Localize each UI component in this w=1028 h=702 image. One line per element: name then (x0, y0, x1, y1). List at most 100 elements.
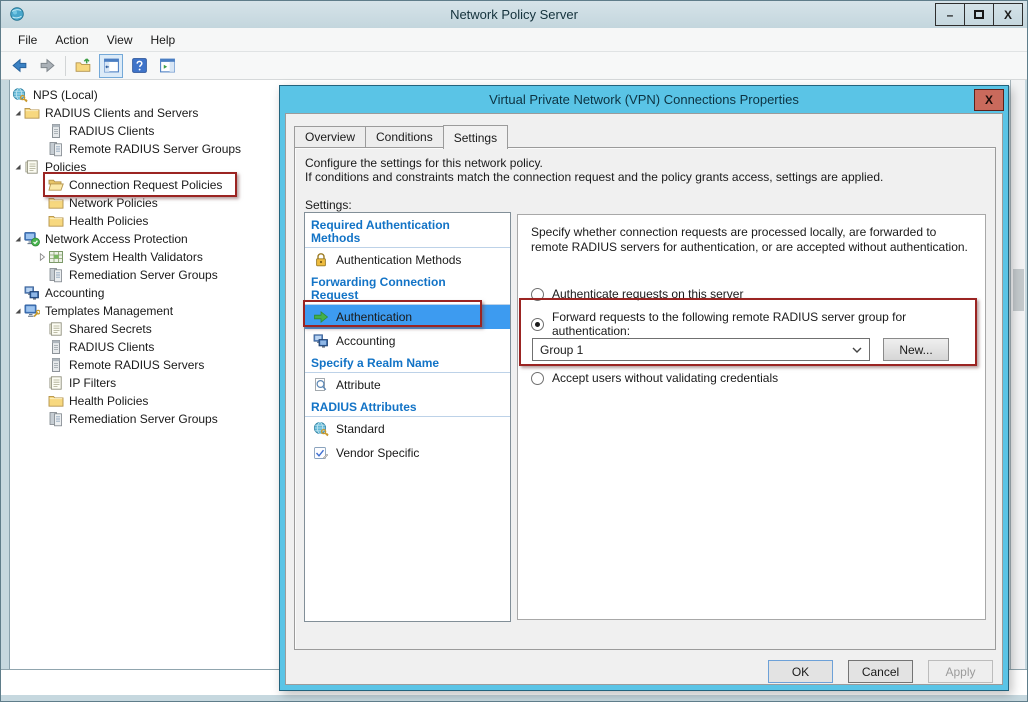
tree-item-label: Remediation Server Groups (69, 268, 218, 282)
dialog-title-bar: Virtual Private Network (VPN) Connection… (285, 86, 1003, 113)
tree-item-network-access-protection[interactable]: Network Access Protection (10, 230, 279, 248)
accounting-monitors-icon (24, 285, 40, 301)
settings-section-radius-attributes: RADIUS Attributes (305, 397, 510, 417)
settings-section-forwarding: Forwarding Connection Request (305, 272, 510, 305)
tree-item-accounting[interactable]: Accounting (10, 284, 279, 302)
tree-item-radius-clients[interactable]: RADIUS Clients (10, 122, 279, 140)
tab-settings[interactable]: Settings (443, 125, 508, 149)
server-group-icon (48, 267, 64, 283)
apply-button[interactable]: Apply (928, 660, 993, 683)
back-icon (11, 57, 28, 74)
tree-item-policies[interactable]: Policies (10, 158, 279, 176)
section-title-label: Required Authentication Methods (311, 219, 469, 245)
settings-item-label: Authentication Methods (336, 253, 461, 267)
cancel-button[interactable]: Cancel (848, 660, 913, 683)
section-title-label: Forwarding Connection Request (311, 276, 469, 302)
expanded-arrow-icon[interactable] (12, 107, 24, 119)
server-group-icon (48, 141, 64, 157)
tree-item-label: IP Filters (69, 376, 116, 390)
tree-item-nps-local[interactable]: NPS (Local) (10, 86, 279, 104)
toolbar (1, 52, 1027, 80)
menu-action[interactable]: Action (46, 30, 97, 50)
tree-item-network-policies[interactable]: Network Policies (10, 194, 279, 212)
tree-item-radius-clients-and-servers[interactable]: RADIUS Clients and Servers (10, 104, 279, 122)
radio-icon[interactable] (531, 372, 544, 385)
tree-item-ip-filters[interactable]: IP Filters (10, 374, 279, 392)
policy-scroll-icon (24, 159, 40, 175)
expanded-arrow-icon[interactable] (12, 161, 24, 173)
settings-item-vendor-specific[interactable]: Vendor Specific (305, 441, 510, 465)
tree-item-radius-clients-template[interactable]: RADIUS Clients (10, 338, 279, 356)
tree-item-label: Remote RADIUS Servers (69, 358, 204, 372)
menu-view[interactable]: View (98, 30, 142, 50)
collapsed-arrow-icon[interactable] (36, 251, 48, 263)
window-title: Network Policy Server (1, 7, 1027, 22)
vpn-properties-dialog: Virtual Private Network (VPN) Connection… (279, 85, 1009, 691)
show-action-pane-button[interactable] (155, 54, 179, 78)
radio-accept-without-validating[interactable]: Accept users without validating credenti… (531, 371, 778, 385)
server-icon (48, 357, 64, 373)
export-list-button[interactable] (71, 54, 95, 78)
tree-item-health-policies[interactable]: Health Policies (10, 212, 279, 230)
tree-item-label: Policies (45, 160, 86, 174)
section-title-label: Specify a Realm Name (311, 357, 469, 370)
mmc-window: Network Policy Server – X File Action Vi… (0, 0, 1028, 702)
tab-conditions[interactable]: Conditions (365, 126, 444, 147)
radius-server-group-combo[interactable]: Group 1 (532, 338, 870, 361)
settings-item-attribute[interactable]: Attribute (305, 373, 510, 397)
settings-item-standard[interactable]: Standard (305, 417, 510, 441)
radio-label: Accept users without validating credenti… (552, 371, 778, 385)
green-arrow-icon (313, 309, 329, 325)
tree-item-templates-management[interactable]: Templates Management (10, 302, 279, 320)
tree-item-remediation-server-groups-template[interactable]: Remediation Server Groups (10, 410, 279, 428)
back-button[interactable] (7, 54, 31, 78)
tree-item-health-policies-template[interactable]: Health Policies (10, 392, 279, 410)
title-bar: Network Policy Server – X (1, 1, 1027, 28)
vertical-scrollbar[interactable] (1010, 80, 1025, 669)
nps-globe-key-icon (12, 87, 28, 103)
tree-item-connection-request-policies[interactable]: Connection Request Policies (10, 176, 279, 194)
expanded-arrow-icon[interactable] (12, 305, 24, 317)
tree-item-remediation-server-groups[interactable]: Remediation Server Groups (10, 266, 279, 284)
minimize-button[interactable]: – (935, 3, 965, 26)
settings-item-label: Attribute (336, 378, 381, 392)
tree-item-label: Health Policies (69, 394, 148, 408)
radio-icon[interactable] (531, 288, 544, 301)
settings-item-authentication[interactable]: Authentication (305, 305, 510, 329)
tree-item-label: Remediation Server Groups (69, 412, 218, 426)
radio-selected-icon[interactable] (531, 318, 544, 331)
ok-button[interactable]: OK (768, 660, 833, 683)
server-icon (48, 339, 64, 355)
close-button[interactable]: X (993, 3, 1023, 26)
settings-item-accounting[interactable]: Accounting (305, 329, 510, 353)
expanded-arrow-icon[interactable] (12, 233, 24, 245)
attribute-doc-icon (313, 377, 329, 393)
radio-forward-requests[interactable]: Forward requests to the following remote… (531, 310, 985, 338)
toolbar-separator (65, 56, 66, 76)
new-group-button[interactable]: New... (883, 338, 949, 361)
radio-label: Forward requests to the following remote… (552, 310, 985, 338)
forward-button[interactable] (35, 54, 59, 78)
settings-item-label: Vendor Specific (336, 446, 419, 460)
server-group-icon (48, 411, 64, 427)
maximize-button[interactable] (964, 3, 994, 26)
tree-item-remote-radius-servers[interactable]: Remote RADIUS Servers (10, 356, 279, 374)
minimize-icon: – (947, 8, 954, 22)
settings-item-authentication-methods[interactable]: Authentication Methods (305, 248, 510, 272)
settings-item-label: Accounting (336, 334, 395, 348)
dialog-close-button[interactable]: X (974, 89, 1004, 111)
tab-overview[interactable]: Overview (294, 126, 366, 147)
tree-item-remote-radius-server-groups[interactable]: Remote RADIUS Server Groups (10, 140, 279, 158)
tab-strip: Overview Conditions Settings (294, 125, 507, 149)
menu-bar: File Action View Help (1, 28, 1027, 52)
show-console-tree-button[interactable] (99, 54, 123, 78)
folder-icon (24, 105, 40, 121)
menu-file[interactable]: File (9, 30, 46, 50)
tree-item-shared-secrets[interactable]: Shared Secrets (10, 320, 279, 338)
scrollbar-thumb[interactable] (1013, 269, 1024, 311)
radio-authenticate-on-server[interactable]: Authenticate requests on this server (531, 287, 743, 301)
menu-help[interactable]: Help (142, 30, 185, 50)
tree-item-system-health-validators[interactable]: System Health Validators (10, 248, 279, 266)
tree-item-label: Remote RADIUS Server Groups (69, 142, 241, 156)
help-button[interactable] (127, 54, 151, 78)
